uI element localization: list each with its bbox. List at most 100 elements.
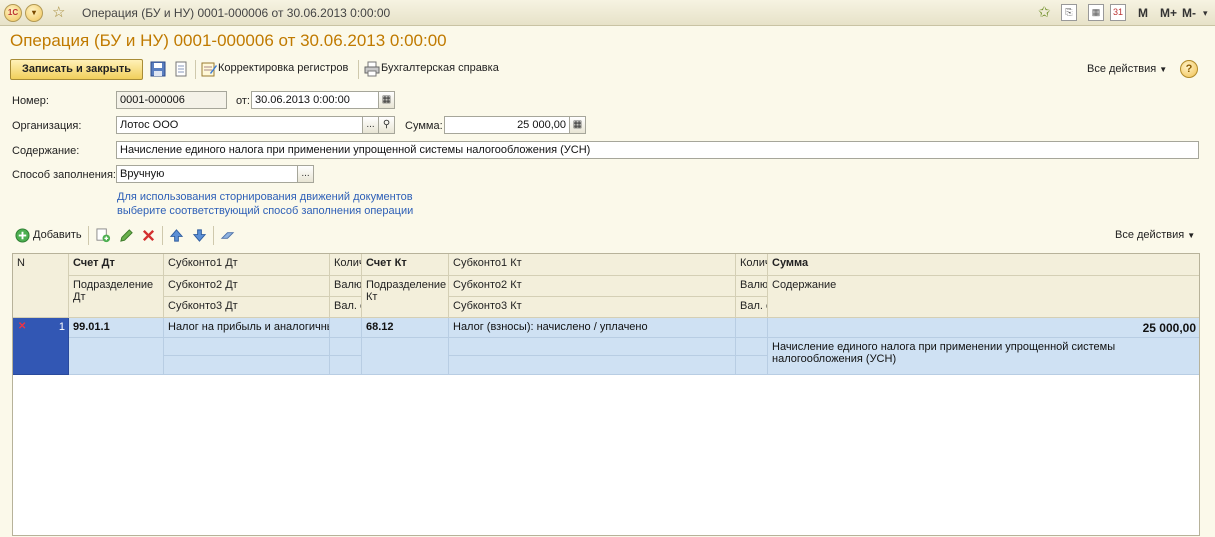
toolbar-separator bbox=[213, 226, 214, 245]
memory-plus-button[interactable]: M+ bbox=[1160, 4, 1177, 22]
all-actions-label: Все действия bbox=[1087, 63, 1157, 75]
number-field[interactable]: 0001-000006 bbox=[116, 91, 227, 109]
entries-table[interactable]: N Счет Дт Субконто1 Дт Количество Дт Сче… bbox=[12, 253, 1200, 536]
all-actions-menu[interactable]: Все действия ▼ bbox=[1087, 63, 1167, 75]
row-number-cell[interactable]: ✕ 1 bbox=[13, 318, 69, 375]
cell-subconto3-kt[interactable] bbox=[449, 356, 736, 375]
cell-subconto1-dt[interactable]: Налог на прибыль и аналогичные платежи bbox=[164, 318, 330, 338]
cell-dt-division[interactable] bbox=[69, 338, 164, 375]
toolbar-separator bbox=[162, 226, 163, 245]
cell-subconto2-dt[interactable] bbox=[164, 338, 330, 356]
date-label: от: bbox=[236, 95, 250, 107]
calendar-icon[interactable]: 31 bbox=[1110, 4, 1126, 21]
header-sum[interactable]: Сумма bbox=[768, 254, 1199, 276]
header-dt-account[interactable]: Счет Дт bbox=[69, 254, 164, 276]
cell-kt-account[interactable]: 68.12 bbox=[362, 318, 449, 338]
cell-qty-kt[interactable] bbox=[736, 318, 768, 338]
cell-cur-sum-dt[interactable] bbox=[330, 356, 362, 375]
memory-m-button[interactable]: M bbox=[1138, 4, 1148, 22]
corrections-button[interactable]: Корректировка регистров bbox=[218, 62, 348, 74]
header-cur-dt[interactable]: Валюта Дт bbox=[330, 276, 362, 297]
window-titlebar: 1С ▾ ☆ Операция (БУ и НУ) 0001-000006 от… bbox=[0, 0, 1215, 26]
favorite-star-icon[interactable]: ☆ bbox=[52, 4, 65, 22]
app-menu-icon[interactable]: ▾ bbox=[25, 4, 43, 22]
cell-cur-sum-kt[interactable] bbox=[736, 356, 768, 375]
help-icon[interactable]: ? bbox=[1180, 60, 1198, 78]
cell-kt-division[interactable] bbox=[362, 338, 449, 375]
move-down-icon[interactable] bbox=[192, 228, 207, 243]
link-icon[interactable]: ⎘ bbox=[1061, 4, 1077, 21]
memory-minus-button[interactable]: M- bbox=[1182, 4, 1196, 22]
copy-row-icon[interactable] bbox=[96, 228, 111, 243]
cell-cur-dt[interactable] bbox=[330, 338, 362, 356]
sum-label: Сумма: bbox=[405, 120, 443, 132]
search-icon[interactable]: ⚲ bbox=[378, 116, 395, 134]
header-qty-kt[interactable]: Количество Кт bbox=[736, 254, 768, 276]
toolbar-separator bbox=[358, 60, 359, 79]
header-cur-sum-kt[interactable]: Вал. сумма Кт bbox=[736, 297, 768, 318]
header-subconto2-kt[interactable]: Субконто2 Кт bbox=[449, 276, 736, 297]
header-subconto1-dt[interactable]: Субконто1 Дт bbox=[164, 254, 330, 276]
add-row-button[interactable]: Добавить bbox=[15, 228, 82, 243]
organization-field[interactable]: Лотос ООО bbox=[116, 116, 363, 134]
header-subconto3-dt[interactable]: Субконто3 Дт bbox=[164, 297, 330, 318]
calculator-field-icon[interactable]: ▦ bbox=[569, 116, 586, 134]
document-icon[interactable] bbox=[173, 61, 189, 77]
window-title: Операция (БУ и НУ) 0001-000006 от 30.06.… bbox=[82, 6, 391, 20]
header-kt-account[interactable]: Счет Кт bbox=[362, 254, 449, 276]
table-all-actions-menu[interactable]: Все действия ▼ bbox=[1115, 229, 1195, 241]
add-icon bbox=[15, 228, 30, 243]
toolbar-separator bbox=[88, 226, 89, 245]
table-all-actions-label: Все действия bbox=[1115, 229, 1185, 241]
header-n[interactable]: N bbox=[13, 254, 69, 318]
fill-method-field[interactable]: Вручную bbox=[116, 165, 298, 183]
date-field[interactable]: 30.06.2013 0:00:00 bbox=[251, 91, 379, 109]
cell-subconto2-kt[interactable] bbox=[449, 338, 736, 356]
sum-field[interactable]: 25 000,00 bbox=[444, 116, 570, 134]
register-edit-icon[interactable] bbox=[201, 61, 217, 77]
number-label: Номер: bbox=[12, 95, 49, 107]
edit-pencil-icon[interactable] bbox=[119, 228, 134, 243]
row-marker-icon: ✕ bbox=[18, 321, 27, 332]
row-number: 1 bbox=[58, 321, 65, 333]
header-content[interactable]: Содержание bbox=[768, 276, 1199, 318]
save-and-close-button[interactable]: Записать и закрыть bbox=[10, 59, 143, 80]
organization-select-button[interactable]: ... bbox=[362, 116, 379, 134]
fill-method-select-button[interactable]: ... bbox=[297, 165, 314, 183]
cell-subconto3-dt[interactable] bbox=[164, 356, 330, 375]
header-qty-dt[interactable]: Количество Дт bbox=[330, 254, 362, 276]
hint-line-2[interactable]: выберите соответствующий способ заполнен… bbox=[117, 205, 413, 217]
header-subconto1-kt[interactable]: Субконто1 Кт bbox=[449, 254, 736, 276]
cell-content[interactable]: Начисление единого налога при применении… bbox=[768, 338, 1199, 375]
accounting-note-button[interactable]: Бухгалтерская справка bbox=[381, 62, 499, 74]
cell-subconto1-kt[interactable]: Налог (взносы): начислено / уплачено bbox=[449, 318, 736, 338]
cell-cur-kt[interactable] bbox=[736, 338, 768, 356]
header-cur-kt[interactable]: Валюта Кт bbox=[736, 276, 768, 297]
header-dt-division[interactable]: Подразделение Дт bbox=[69, 276, 164, 318]
hint-line-1[interactable]: Для использования сторнирования движений… bbox=[117, 191, 413, 203]
delete-icon[interactable] bbox=[141, 228, 156, 243]
header-kt-division[interactable]: Подразделение Кт bbox=[362, 276, 449, 318]
calendar-picker-icon[interactable]: ▦ bbox=[378, 91, 395, 109]
print-icon[interactable] bbox=[364, 61, 380, 77]
eraser-icon[interactable] bbox=[220, 228, 235, 243]
content-label: Содержание: bbox=[12, 145, 80, 157]
cell-qty-dt[interactable] bbox=[330, 318, 362, 338]
move-up-icon[interactable] bbox=[169, 228, 184, 243]
cell-dt-account[interactable]: 99.01.1 bbox=[69, 318, 164, 338]
header-cur-sum-dt[interactable]: Вал. сумма Дт bbox=[330, 297, 362, 318]
page-title: Операция (БУ и НУ) 0001-000006 от 30.06.… bbox=[10, 31, 447, 50]
chevron-down-icon: ▼ bbox=[1187, 231, 1196, 240]
content-field[interactable]: Начисление единого налога при применении… bbox=[116, 141, 1199, 159]
cell-sum[interactable]: 25 000,00 bbox=[768, 318, 1199, 338]
save-icon[interactable] bbox=[150, 61, 166, 77]
organization-label: Организация: bbox=[12, 120, 82, 132]
add-favorite-icon[interactable]: ✩ bbox=[1038, 4, 1051, 22]
header-subconto3-kt[interactable]: Субконто3 Кт bbox=[449, 297, 736, 318]
calculator-icon[interactable]: ▦ bbox=[1088, 4, 1104, 21]
app-logo-icon[interactable]: 1С bbox=[4, 4, 22, 22]
header-subconto2-dt[interactable]: Субконто2 Дт bbox=[164, 276, 330, 297]
window-dropdown-icon[interactable]: ▾ bbox=[1203, 4, 1208, 22]
chevron-down-icon: ▼ bbox=[1159, 65, 1168, 74]
toolbar-separator bbox=[195, 60, 196, 79]
